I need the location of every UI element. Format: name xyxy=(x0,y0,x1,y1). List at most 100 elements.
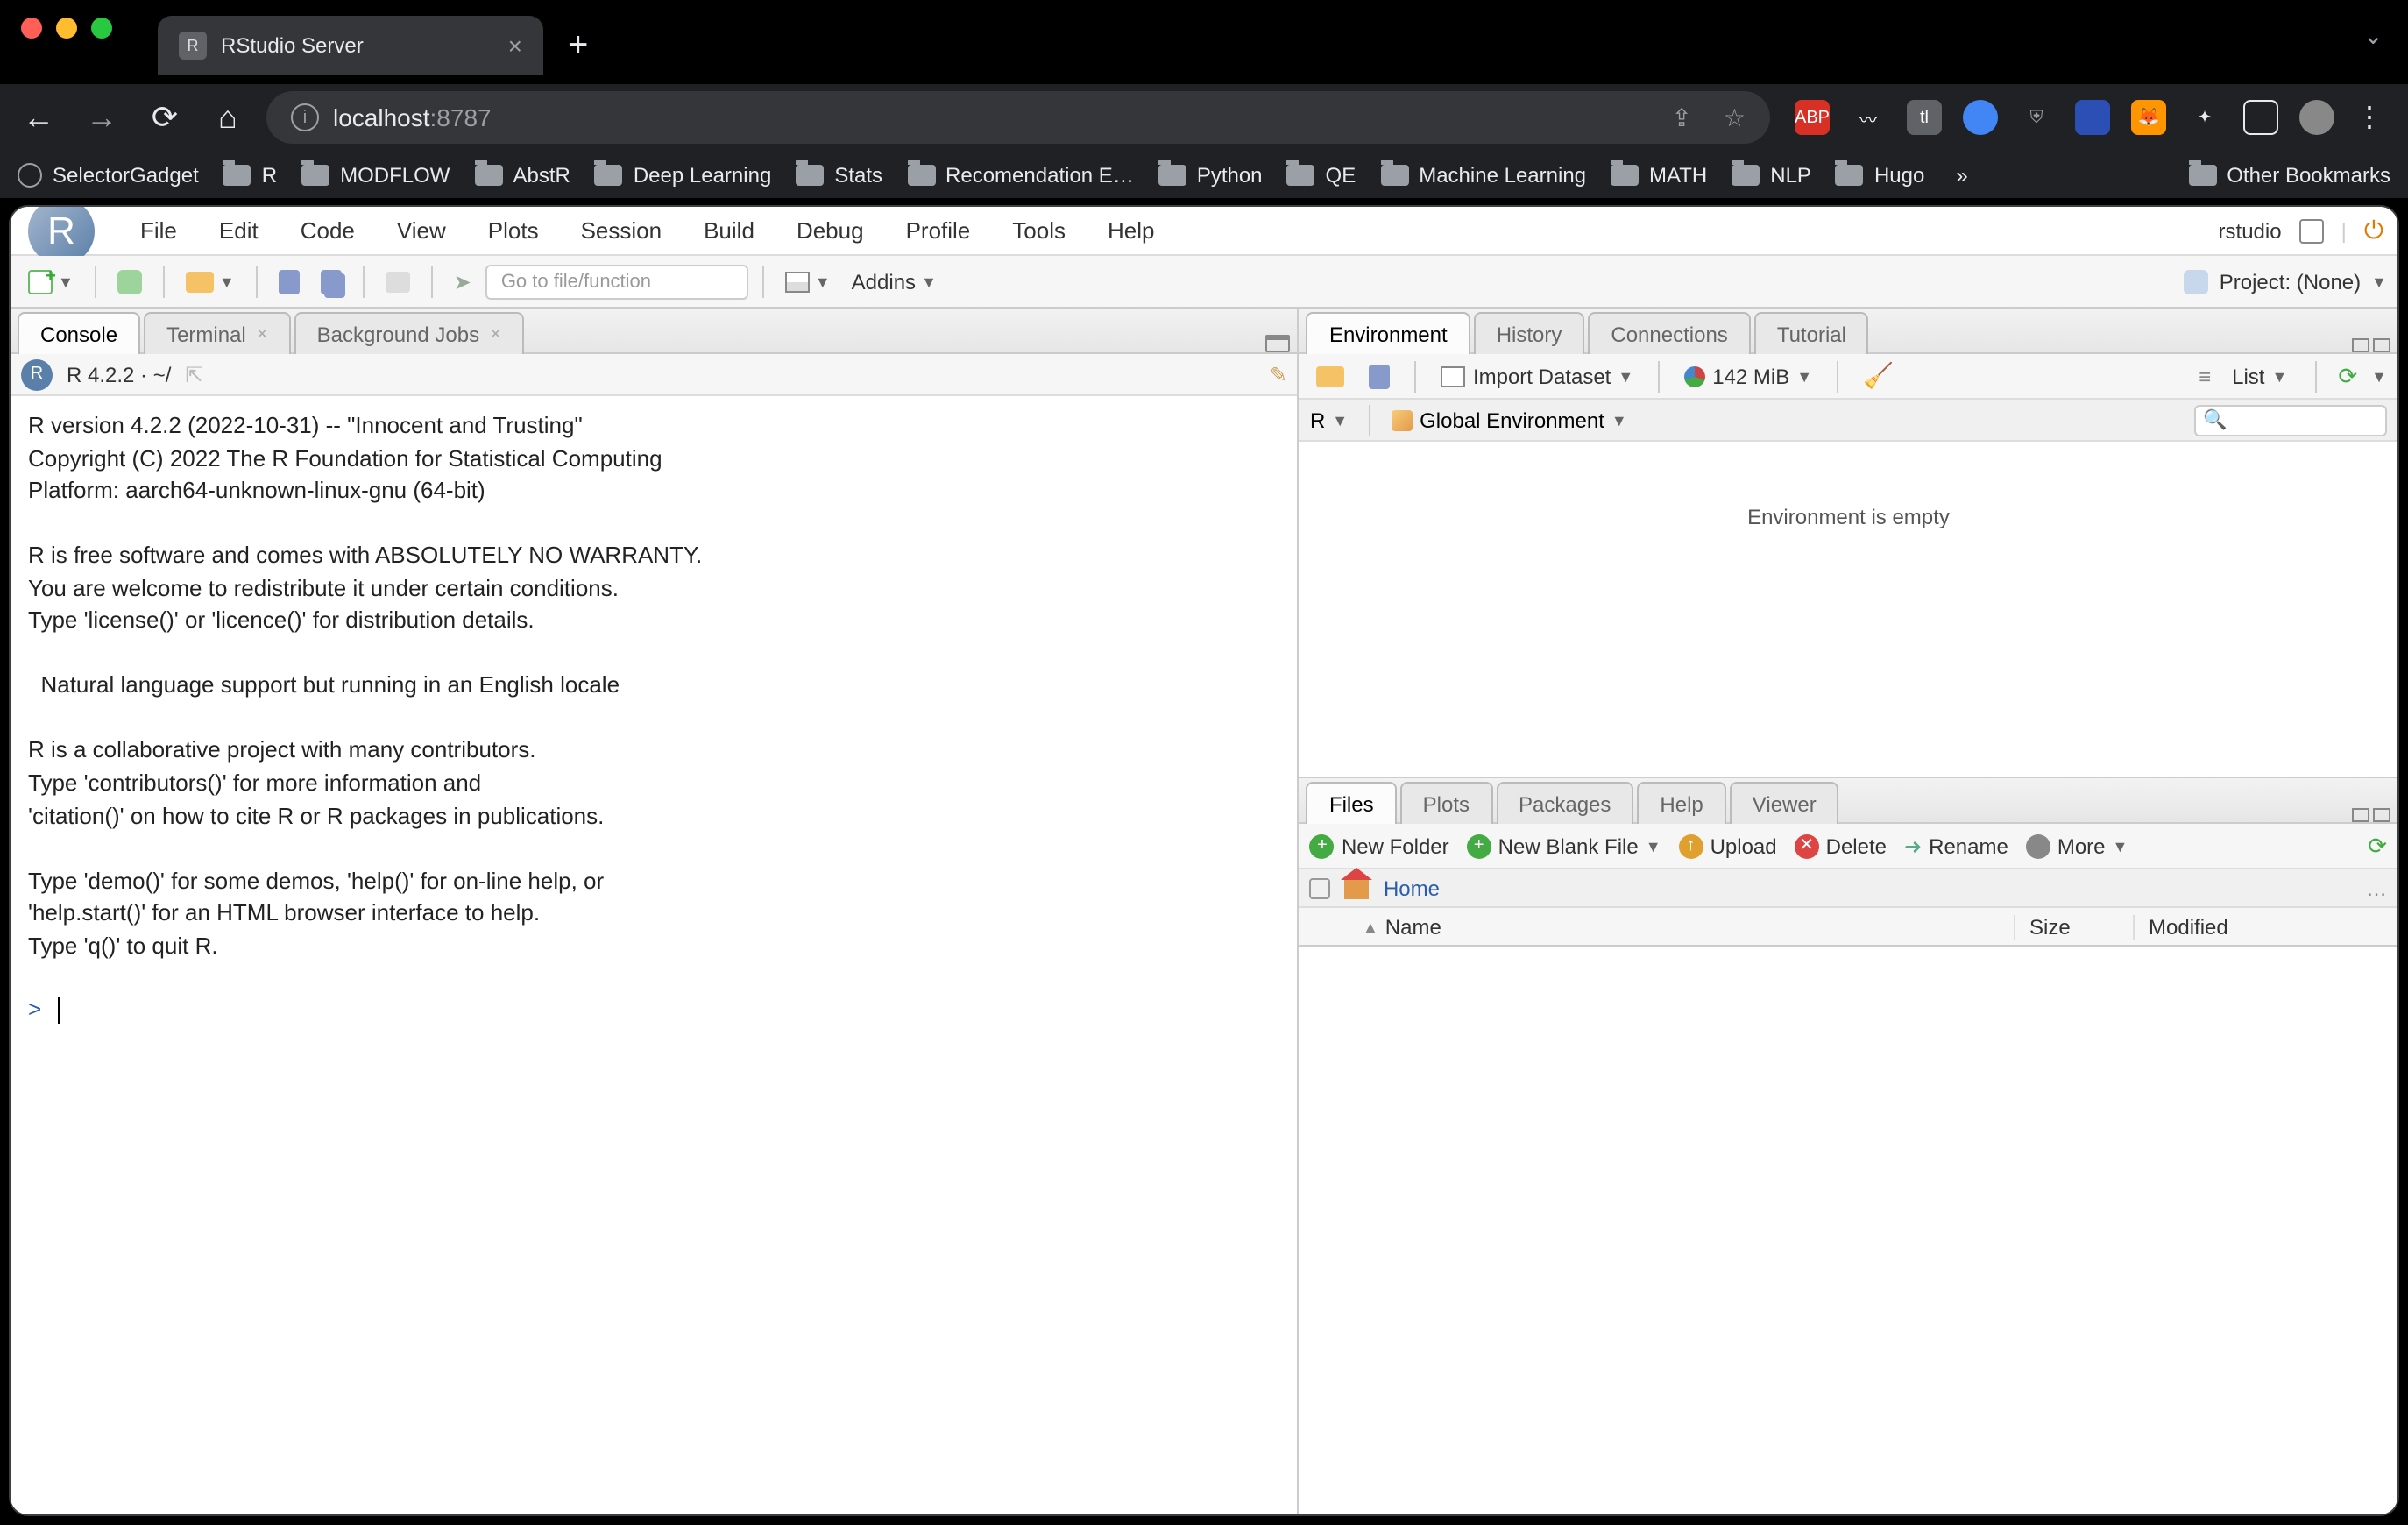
extension-icon[interactable] xyxy=(2075,100,2110,135)
bookmark-item[interactable]: SelectorGadget xyxy=(18,162,199,187)
quit-session-icon[interactable]: ⏻ xyxy=(2364,216,2383,245)
close-window-icon[interactable] xyxy=(21,18,42,39)
project-label[interactable]: Project: (None) xyxy=(2220,269,2361,294)
menu-view[interactable]: View xyxy=(390,212,453,249)
bookmark-folder[interactable]: Python xyxy=(1158,162,1263,187)
menu-edit[interactable]: Edit xyxy=(212,212,266,249)
environment-search-input[interactable]: 🔍 xyxy=(2194,404,2387,436)
extension-icon[interactable] xyxy=(1963,100,1998,135)
minimize-window-icon[interactable] xyxy=(56,18,77,39)
tab-connections[interactable]: Connections xyxy=(1588,312,1750,354)
tab-packages[interactable]: Packages xyxy=(1496,783,1633,825)
console-output[interactable]: R version 4.2.2 (2022-10-31) -- "Innocen… xyxy=(11,396,1298,1514)
menu-debug[interactable]: Debug xyxy=(790,212,871,249)
extension-icon[interactable]: 〰 xyxy=(1851,100,1886,135)
view-mode-button[interactable]: List▼ xyxy=(2225,360,2294,392)
popout-icon[interactable]: ⇱ xyxy=(185,362,202,387)
new-blank-file-button[interactable]: +New Blank File▼ xyxy=(1467,834,1661,859)
share-icon[interactable]: ⇪ xyxy=(1671,103,1691,132)
load-workspace-button[interactable] xyxy=(1310,362,1352,390)
maximize-pane-icon[interactable] xyxy=(1266,335,1291,352)
import-dataset-button[interactable]: Import Dataset▼ xyxy=(1434,360,1640,392)
bookmark-folder[interactable]: Recomendation E… xyxy=(907,162,1134,187)
bookmark-folder[interactable]: Hugo xyxy=(1836,162,1924,187)
tab-console[interactable]: Console xyxy=(18,312,140,354)
workspace-panes-button[interactable]: ▼ xyxy=(778,267,838,295)
delete-button[interactable]: ✕Delete xyxy=(1795,834,1887,859)
bookmark-folder[interactable]: MODFLOW xyxy=(301,162,450,187)
menu-file[interactable]: File xyxy=(133,212,184,249)
clear-workspace-button[interactable]: 🧹 xyxy=(1856,358,1901,394)
home-breadcrumb[interactable]: Home xyxy=(1384,876,1440,901)
sidepanel-icon[interactable] xyxy=(2243,100,2278,135)
browser-menu-icon[interactable]: ⋮ xyxy=(2355,100,2383,135)
maximize-pane-icon[interactable] xyxy=(2373,809,2390,823)
name-column-header[interactable]: ▲Name xyxy=(1349,915,2015,940)
print-button[interactable] xyxy=(379,267,417,295)
maximize-window-icon[interactable] xyxy=(91,18,112,39)
close-tab-icon[interactable]: × xyxy=(508,32,522,60)
save-all-button[interactable] xyxy=(314,266,349,297)
close-icon[interactable]: × xyxy=(257,324,268,345)
save-workspace-button[interactable] xyxy=(1363,360,1398,392)
modified-column-header[interactable]: Modified xyxy=(2135,915,2397,940)
minimize-pane-icon[interactable] xyxy=(2352,338,2369,352)
new-tab-button[interactable]: + xyxy=(568,25,588,66)
adblock-extension-icon[interactable]: ABP xyxy=(1795,100,1830,135)
forward-button[interactable]: → xyxy=(77,93,126,142)
tab-plots[interactable]: Plots xyxy=(1400,783,1492,825)
menu-plots[interactable]: Plots xyxy=(481,212,546,249)
addins-button[interactable]: Addins ▼ xyxy=(845,266,944,297)
bookmark-folder[interactable]: NLP xyxy=(1732,162,1811,187)
memory-usage[interactable]: 142 MiB▼ xyxy=(1677,360,1819,392)
upload-button[interactable]: ↑Upload xyxy=(1679,834,1777,859)
dropdown-icon[interactable]: ▼ xyxy=(2371,273,2387,290)
bookmark-folder[interactable]: Machine Learning xyxy=(1380,162,1586,187)
language-selector[interactable]: R▼ xyxy=(1310,408,1348,432)
size-column-header[interactable]: Size xyxy=(2015,915,2135,940)
goto-file-function-input[interactable]: Go to file/function xyxy=(485,264,748,299)
minimize-pane-icon[interactable] xyxy=(2352,809,2369,823)
bookmark-folder[interactable]: R xyxy=(223,162,277,187)
maximize-pane-icon[interactable] xyxy=(2373,338,2390,352)
metamask-extension-icon[interactable]: 🦊 xyxy=(2131,100,2166,135)
bookmark-star-icon[interactable]: ☆ xyxy=(1724,103,1746,132)
open-file-button[interactable]: ▼ xyxy=(179,267,242,295)
rename-button[interactable]: ➜Rename xyxy=(1904,834,2008,859)
new-project-button[interactable] xyxy=(110,266,149,297)
bookmarks-overflow-button[interactable]: » xyxy=(1956,162,1967,187)
menu-tools[interactable]: Tools xyxy=(1005,212,1073,249)
path-more-icon[interactable]: … xyxy=(2366,876,2387,901)
refresh-files-icon[interactable]: ⟳ xyxy=(2368,833,2387,861)
tabs-dropdown-icon[interactable]: ⌄ xyxy=(2363,21,2383,51)
bookmark-folder[interactable]: AbstR xyxy=(474,162,570,187)
bookmark-folder[interactable]: MATH xyxy=(1611,162,1707,187)
other-bookmarks-folder[interactable]: Other Bookmarks xyxy=(2188,162,2390,187)
refresh-icon[interactable]: ⟳ xyxy=(2338,362,2357,390)
new-file-button[interactable]: ▼ xyxy=(21,266,81,297)
environment-scope-selector[interactable]: Global Environment▼ xyxy=(1392,408,1627,432)
tab-background-jobs[interactable]: Background Jobs× xyxy=(294,312,524,354)
dropdown-icon[interactable]: ▼ xyxy=(2371,367,2387,385)
address-bar[interactable]: i localhost:8787 ⇪ ☆ xyxy=(266,91,1770,144)
window-controls[interactable] xyxy=(21,18,112,39)
new-folder-button[interactable]: +New Folder xyxy=(1310,834,1449,859)
back-button[interactable]: ← xyxy=(14,93,63,142)
clear-console-icon[interactable]: ✎ xyxy=(1270,362,1287,387)
tab-files[interactable]: Files xyxy=(1307,783,1397,825)
home-button[interactable]: ⌂ xyxy=(203,93,252,142)
bookmark-folder[interactable]: Stats xyxy=(796,162,882,187)
menu-session[interactable]: Session xyxy=(574,212,669,249)
tab-environment[interactable]: Environment xyxy=(1307,312,1470,354)
tab-tutorial[interactable]: Tutorial xyxy=(1754,312,1869,354)
menu-profile[interactable]: Profile xyxy=(899,212,978,249)
menu-build[interactable]: Build xyxy=(697,212,761,249)
menu-help[interactable]: Help xyxy=(1101,212,1162,249)
reload-button[interactable]: ⟳ xyxy=(140,93,189,142)
more-button[interactable]: More▼ xyxy=(2026,834,2128,859)
home-icon[interactable] xyxy=(1345,878,1370,899)
close-icon[interactable]: × xyxy=(490,324,501,345)
sign-out-icon[interactable] xyxy=(2299,218,2324,243)
extensions-menu-icon[interactable]: ✦ xyxy=(2187,100,2222,135)
tab-history[interactable]: History xyxy=(1474,312,1585,354)
